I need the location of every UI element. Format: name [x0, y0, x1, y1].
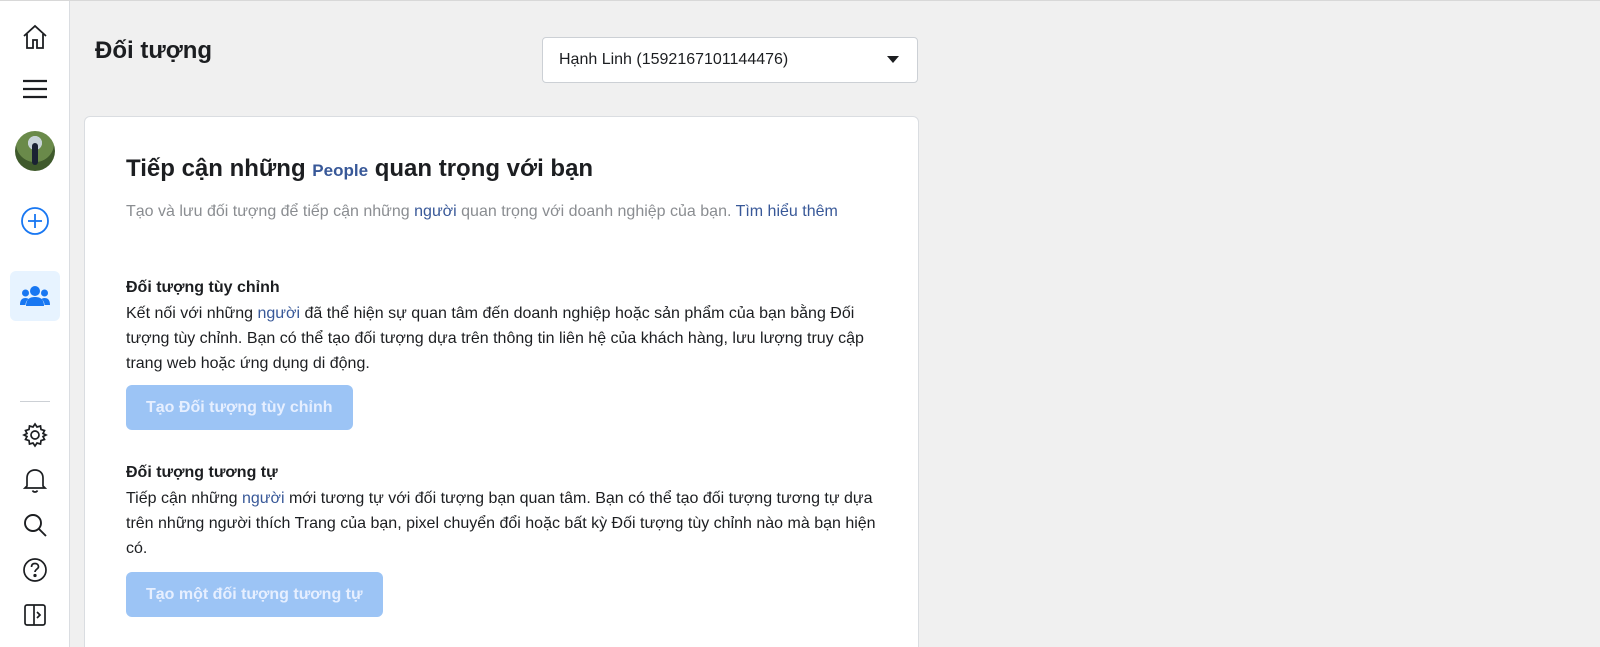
home-icon [23, 24, 47, 49]
bell-icon [23, 469, 47, 493]
home-button[interactable] [10, 13, 60, 61]
caret-down-icon [887, 56, 899, 63]
notifications-button[interactable] [10, 456, 60, 504]
heading-text-after: quan trọng với bạn [368, 155, 594, 182]
add-icon [21, 207, 49, 235]
menu-button[interactable] [10, 65, 60, 113]
panel-toggle-button[interactable] [10, 591, 60, 639]
avatar [15, 131, 55, 171]
heading-highlight: People [312, 161, 369, 180]
lookalike-text-before: Tiếp cận những [126, 490, 242, 507]
menu-icon [23, 79, 47, 99]
custom-text-before: Kết nối với những [126, 305, 258, 322]
card-intro: Tạo và lưu đối tượng để tiếp cận những n… [126, 200, 871, 224]
intro-text-after: quan trọng với doanh nghiệp của bạn. [456, 203, 736, 220]
settings-button[interactable] [10, 411, 60, 459]
lookalike-text-highlight: người [241, 490, 285, 507]
people-icon [20, 286, 50, 306]
page-title: Đối tượng [95, 37, 213, 64]
lookalike-audience-title: Đối tượng tương tự [126, 464, 278, 481]
intro-text-before: Tạo và lưu đối tượng để tiếp cận những [126, 203, 415, 220]
create-lookalike-audience-button[interactable]: Tạo một đối tượng tương tự [126, 572, 383, 617]
heading-text-before: Tiếp cận những [126, 155, 313, 182]
card-heading: Tiếp cận những People quan trọng với bạn [126, 155, 593, 183]
account-avatar-button[interactable] [10, 127, 60, 175]
create-button[interactable] [10, 197, 60, 245]
audiences-button[interactable] [10, 271, 60, 321]
search-icon [24, 514, 47, 537]
custom-audience-description: Kết nối với những người đã thể hiện sự q… [126, 301, 886, 376]
search-button[interactable] [10, 501, 60, 549]
learn-more-link[interactable]: Tìm hiểu thêm [736, 203, 838, 220]
ad-account-select[interactable]: Hạnh Linh (1592167101144476) [542, 37, 918, 83]
help-button[interactable] [10, 546, 60, 594]
ad-account-value: Hạnh Linh (1592167101144476) [559, 51, 789, 68]
lookalike-audience-description: Tiếp cận những người mới tương tự với đố… [126, 486, 886, 561]
intro-highlight: người [414, 203, 457, 220]
gear-icon [22, 422, 48, 448]
create-custom-audience-button[interactable]: Tạo Đối tượng tùy chỉnh [126, 385, 353, 430]
left-sidebar [0, 1, 70, 647]
custom-text-highlight: người [257, 305, 301, 322]
audiences-intro-card: Tiếp cận những People quan trọng với bạn… [84, 116, 919, 647]
help-icon [23, 558, 47, 582]
sidebar-divider [20, 401, 50, 402]
panel-toggle-icon [24, 604, 46, 626]
custom-audience-title: Đối tượng tùy chỉnh [126, 279, 280, 296]
